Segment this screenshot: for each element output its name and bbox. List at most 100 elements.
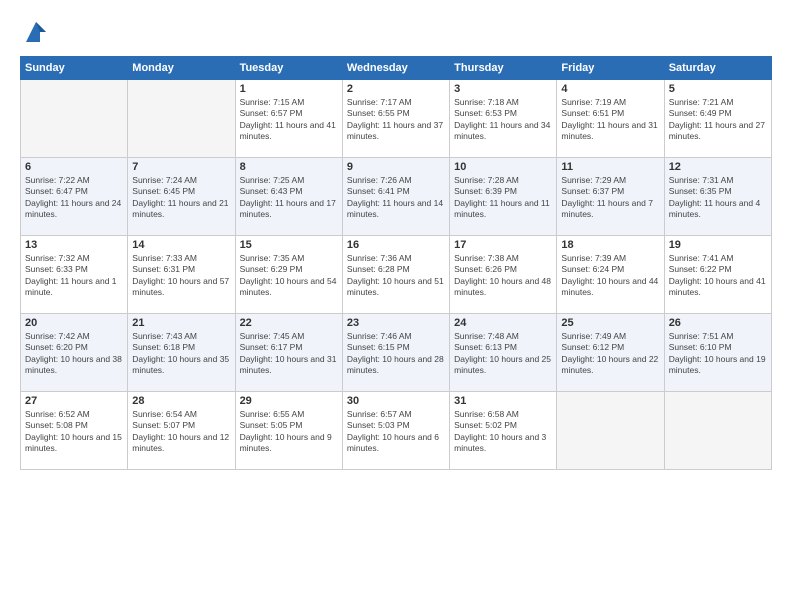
calendar-table: SundayMondayTuesdayWednesdayThursdayFrid… [20, 56, 772, 470]
calendar-cell: 12 Sunrise: 7:31 AM Sunset: 6:35 PM Dayli… [664, 158, 771, 236]
day-info: Sunrise: 7:22 AM Sunset: 6:47 PM Dayligh… [25, 175, 123, 221]
day-number: 19 [669, 239, 767, 251]
day-info: Sunrise: 7:45 AM Sunset: 6:17 PM Dayligh… [240, 331, 338, 377]
week-row-3: 13 Sunrise: 7:32 AM Sunset: 6:33 PM Dayli… [21, 236, 772, 314]
calendar-cell: 23 Sunrise: 7:46 AM Sunset: 6:15 PM Dayli… [342, 314, 449, 392]
calendar-cell: 8 Sunrise: 7:25 AM Sunset: 6:43 PM Daylig… [235, 158, 342, 236]
day-info: Sunrise: 7:46 AM Sunset: 6:15 PM Dayligh… [347, 331, 445, 377]
day-info: Sunrise: 7:35 AM Sunset: 6:29 PM Dayligh… [240, 253, 338, 299]
calendar-cell: 4 Sunrise: 7:19 AM Sunset: 6:51 PM Daylig… [557, 80, 664, 158]
day-number: 29 [240, 395, 338, 407]
logo-icon [22, 18, 50, 46]
day-number: 18 [561, 239, 659, 251]
page: SundayMondayTuesdayWednesdayThursdayFrid… [0, 0, 792, 612]
calendar-cell: 11 Sunrise: 7:29 AM Sunset: 6:37 PM Dayli… [557, 158, 664, 236]
calendar-cell: 7Sunrise: 7:24 AM Sunset: 6:45 PM Daylig… [128, 158, 235, 236]
day-number: 3 [454, 83, 552, 95]
day-info: Sunrise: 7:32 AM Sunset: 6:33 PM Dayligh… [25, 253, 123, 299]
calendar-cell: 9Sunrise: 7:26 AM Sunset: 6:41 PM Daylig… [342, 158, 449, 236]
day-info: Sunrise: 7:15 AM Sunset: 6:57 PM Dayligh… [240, 97, 338, 143]
calendar-cell: 14 Sunrise: 7:33 AM Sunset: 6:31 PM Dayli… [128, 236, 235, 314]
day-info: Sunrise: 7:48 AM Sunset: 6:13 PM Dayligh… [454, 331, 552, 377]
day-number: 13 [25, 239, 123, 251]
day-number: 24 [454, 317, 552, 329]
day-number: 8 [240, 161, 338, 173]
day-info: Sunrise: 7:18 AM Sunset: 6:53 PM Dayligh… [454, 97, 552, 143]
day-info: Sunrise: 7:26 AM Sunset: 6:41 PM Dayligh… [347, 175, 445, 221]
calendar-cell: 1 Sunrise: 7:15 AM Sunset: 6:57 PM Daylig… [235, 80, 342, 158]
day-info: Sunrise: 7:36 AM Sunset: 6:28 PM Dayligh… [347, 253, 445, 299]
calendar-cell: 31 Sunrise: 6:58 AM Sunset: 5:02 PM Dayli… [450, 392, 557, 470]
weekday-header-row: SundayMondayTuesdayWednesdayThursdayFrid… [21, 57, 772, 80]
calendar-cell: 6 Sunrise: 7:22 AM Sunset: 6:47 PM Daylig… [21, 158, 128, 236]
logo [20, 18, 50, 46]
weekday-header-friday: Friday [557, 57, 664, 80]
calendar-cell: 13 Sunrise: 7:32 AM Sunset: 6:33 PM Dayli… [21, 236, 128, 314]
weekday-header-saturday: Saturday [664, 57, 771, 80]
weekday-header-tuesday: Tuesday [235, 57, 342, 80]
day-info: Sunrise: 7:42 AM Sunset: 6:20 PM Dayligh… [25, 331, 123, 377]
calendar-cell: 3 Sunrise: 7:18 AM Sunset: 6:53 PM Daylig… [450, 80, 557, 158]
weekday-header-thursday: Thursday [450, 57, 557, 80]
calendar-cell: 21Sunrise: 7:43 AM Sunset: 6:18 PM Dayli… [128, 314, 235, 392]
day-number: 14 [132, 239, 230, 251]
day-number: 31 [454, 395, 552, 407]
calendar-cell [21, 80, 128, 158]
day-number: 22 [240, 317, 338, 329]
day-number: 4 [561, 83, 659, 95]
calendar-cell: 28Sunrise: 6:54 AM Sunset: 5:07 PM Dayli… [128, 392, 235, 470]
day-info: Sunrise: 7:31 AM Sunset: 6:35 PM Dayligh… [669, 175, 767, 221]
day-number: 20 [25, 317, 123, 329]
calendar-cell: 18 Sunrise: 7:39 AM Sunset: 6:24 PM Dayli… [557, 236, 664, 314]
calendar-cell [557, 392, 664, 470]
day-info: Sunrise: 6:55 AM Sunset: 5:05 PM Dayligh… [240, 409, 338, 455]
day-info: Sunrise: 7:33 AM Sunset: 6:31 PM Dayligh… [132, 253, 230, 299]
day-info: Sunrise: 7:38 AM Sunset: 6:26 PM Dayligh… [454, 253, 552, 299]
day-info: Sunrise: 7:51 AM Sunset: 6:10 PM Dayligh… [669, 331, 767, 377]
day-info: Sunrise: 7:19 AM Sunset: 6:51 PM Dayligh… [561, 97, 659, 143]
week-row-2: 6 Sunrise: 7:22 AM Sunset: 6:47 PM Daylig… [21, 158, 772, 236]
day-info: Sunrise: 7:43 AM Sunset: 6:18 PM Dayligh… [132, 331, 230, 377]
day-number: 27 [25, 395, 123, 407]
day-info: Sunrise: 7:41 AM Sunset: 6:22 PM Dayligh… [669, 253, 767, 299]
day-info: Sunrise: 7:39 AM Sunset: 6:24 PM Dayligh… [561, 253, 659, 299]
day-info: Sunrise: 7:25 AM Sunset: 6:43 PM Dayligh… [240, 175, 338, 221]
week-row-5: 27 Sunrise: 6:52 AM Sunset: 5:08 PM Dayli… [21, 392, 772, 470]
day-number: 17 [454, 239, 552, 251]
day-info: Sunrise: 7:49 AM Sunset: 6:12 PM Dayligh… [561, 331, 659, 377]
calendar-cell: 22 Sunrise: 7:45 AM Sunset: 6:17 PM Dayli… [235, 314, 342, 392]
calendar-cell: 27 Sunrise: 6:52 AM Sunset: 5:08 PM Dayli… [21, 392, 128, 470]
calendar-cell: 24 Sunrise: 7:48 AM Sunset: 6:13 PM Dayli… [450, 314, 557, 392]
day-info: Sunrise: 7:28 AM Sunset: 6:39 PM Dayligh… [454, 175, 552, 221]
day-info: Sunrise: 7:21 AM Sunset: 6:49 PM Dayligh… [669, 97, 767, 143]
calendar-cell: 5 Sunrise: 7:21 AM Sunset: 6:49 PM Daylig… [664, 80, 771, 158]
day-number: 11 [561, 161, 659, 173]
day-number: 1 [240, 83, 338, 95]
week-row-4: 20 Sunrise: 7:42 AM Sunset: 6:20 PM Dayli… [21, 314, 772, 392]
day-number: 7 [132, 161, 230, 173]
weekday-header-monday: Monday [128, 57, 235, 80]
day-number: 5 [669, 83, 767, 95]
calendar-cell: 16 Sunrise: 7:36 AM Sunset: 6:28 PM Dayli… [342, 236, 449, 314]
day-number: 15 [240, 239, 338, 251]
day-info: Sunrise: 6:52 AM Sunset: 5:08 PM Dayligh… [25, 409, 123, 455]
calendar-cell: 25Sunrise: 7:49 AM Sunset: 6:12 PM Dayli… [557, 314, 664, 392]
calendar-cell: 20 Sunrise: 7:42 AM Sunset: 6:20 PM Dayli… [21, 314, 128, 392]
day-number: 28 [132, 395, 230, 407]
day-info: Sunrise: 6:57 AM Sunset: 5:03 PM Dayligh… [347, 409, 445, 455]
calendar-cell [664, 392, 771, 470]
day-number: 6 [25, 161, 123, 173]
day-info: Sunrise: 6:58 AM Sunset: 5:02 PM Dayligh… [454, 409, 552, 455]
day-number: 10 [454, 161, 552, 173]
day-info: Sunrise: 7:29 AM Sunset: 6:37 PM Dayligh… [561, 175, 659, 221]
calendar-cell: 29 Sunrise: 6:55 AM Sunset: 5:05 PM Dayli… [235, 392, 342, 470]
calendar-cell: 2Sunrise: 7:17 AM Sunset: 6:55 PM Daylig… [342, 80, 449, 158]
week-row-1: 1 Sunrise: 7:15 AM Sunset: 6:57 PM Daylig… [21, 80, 772, 158]
calendar-cell: 30 Sunrise: 6:57 AM Sunset: 5:03 PM Dayli… [342, 392, 449, 470]
calendar-cell: 10 Sunrise: 7:28 AM Sunset: 6:39 PM Dayli… [450, 158, 557, 236]
day-number: 30 [347, 395, 445, 407]
day-number: 12 [669, 161, 767, 173]
weekday-header-wednesday: Wednesday [342, 57, 449, 80]
day-number: 16 [347, 239, 445, 251]
day-number: 23 [347, 317, 445, 329]
